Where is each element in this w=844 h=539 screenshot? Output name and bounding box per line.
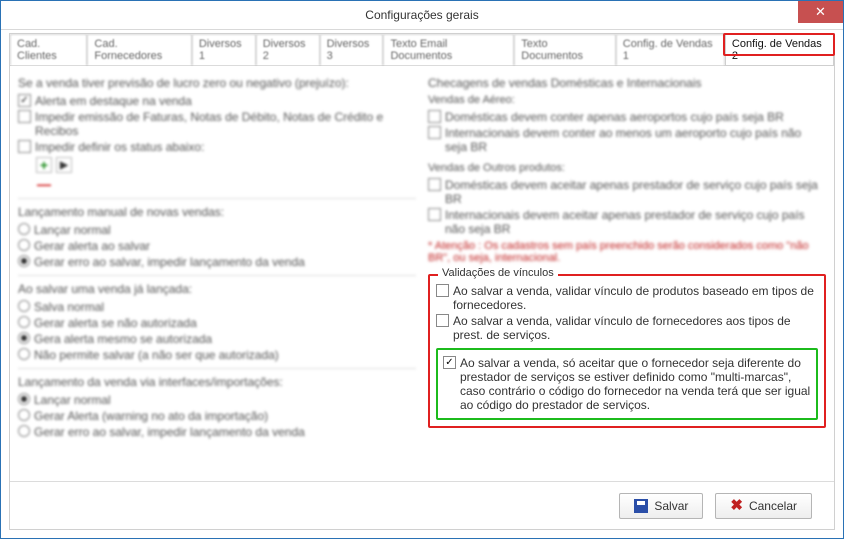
left-panel: Se a venda tiver previsão de lucro zero … xyxy=(18,72,422,491)
tab-diversos-3[interactable]: Diversos 3 xyxy=(320,34,384,65)
checagens-header: Checagens de vendas Domésticas e Interna… xyxy=(428,76,826,90)
checkbox-validar-produtos[interactable] xyxy=(436,284,449,297)
label-validar-produtos: Ao salvar a venda, validar vínculo de pr… xyxy=(453,284,818,312)
label-import-2: Gerar erro ao salvar, impedir lançamento… xyxy=(34,425,305,439)
checkbox-impedir-status[interactable] xyxy=(18,140,31,153)
tabs-row: Cad. Clientes Cad. Fornecedores Diversos… xyxy=(10,34,834,66)
label-aereo-2: Internacionais devem conter ao menos um … xyxy=(445,126,826,154)
label-outros-1: Domésticas devem aceitar apenas prestado… xyxy=(445,178,826,206)
tab-texto-email-documentos[interactable]: Texto Email Documentos xyxy=(383,34,514,65)
radio-novas-0[interactable] xyxy=(18,223,30,235)
label-novas-0: Lançar normal xyxy=(34,223,111,237)
radio-salvar-0[interactable] xyxy=(18,300,30,312)
checkbox-alerta-destaque[interactable]: ✓ xyxy=(18,94,31,107)
cancel-button[interactable]: ✖ Cancelar xyxy=(715,493,812,519)
tab-cad-clientes[interactable]: Cad. Clientes xyxy=(10,34,87,65)
label-novas-1: Gerar alerta ao salvar xyxy=(34,239,150,253)
label-alerta-destaque: Alerta em destaque na venda xyxy=(35,94,192,108)
tab-diversos-2[interactable]: Diversos 2 xyxy=(256,34,320,65)
multi-marcas-highlight: ✓ Ao salvar a venda, só aceitar que o fo… xyxy=(436,348,818,420)
save-button[interactable]: Salvar xyxy=(619,493,703,519)
radio-salvar-1[interactable] xyxy=(18,316,30,328)
radio-import-1[interactable] xyxy=(18,409,30,421)
right-panel: Checagens de vendas Domésticas e Interna… xyxy=(422,72,826,491)
footer: Salvar ✖ Cancelar xyxy=(10,481,834,529)
save-label: Salvar xyxy=(654,499,688,513)
label-salvar-3: Não permite salvar (a não ser que autori… xyxy=(34,348,279,362)
import-header: Lançamento da venda via interfaces/impor… xyxy=(18,375,416,389)
checkbox-multi-marcas[interactable]: ✓ xyxy=(443,356,456,369)
tab-config-vendas-2[interactable]: Config. de Vendas 2 xyxy=(725,34,834,65)
label-salvar-1: Gerar alerta se não autorizada xyxy=(34,316,197,330)
radio-novas-2[interactable] xyxy=(18,255,30,267)
cancel-icon: ✖ xyxy=(730,498,743,513)
radio-import-0[interactable] xyxy=(18,393,30,405)
checkbox-impedir-emissao[interactable] xyxy=(18,110,31,123)
label-multi-marcas: Ao salvar a venda, só aceitar que o forn… xyxy=(460,356,811,412)
radio-import-2[interactable] xyxy=(18,425,30,437)
remove-row-icon[interactable]: — xyxy=(36,176,52,192)
add-row-icon[interactable]: + xyxy=(36,157,52,173)
cancel-label: Cancelar xyxy=(749,499,797,513)
aereo-header: Vendas de Aéreo: xyxy=(428,94,826,106)
zero-profit-header: Se a venda tiver previsão de lucro zero … xyxy=(18,76,416,90)
close-button[interactable]: ✕ xyxy=(798,1,843,23)
label-impedir-status: Impedir definir os status abaixo: xyxy=(35,140,204,154)
checkbox-validar-fornecedores[interactable] xyxy=(436,314,449,327)
checkbox-outros-1[interactable] xyxy=(428,178,441,191)
radio-salvar-3[interactable] xyxy=(18,348,30,360)
label-salvar-0: Salva normal xyxy=(34,300,104,314)
label-import-1: Gerar Alerta (warning no ato da importaç… xyxy=(34,409,268,423)
radio-salvar-2[interactable] xyxy=(18,332,30,344)
close-icon: ✕ xyxy=(815,4,826,20)
validacoes-legend: Validações de vínculos xyxy=(438,267,558,279)
salvar-venda-header: Ao salvar uma venda já lançada: xyxy=(18,282,416,296)
titlebar: Configurações gerais ✕ xyxy=(1,1,843,30)
label-novas-2: Gerar erro ao salvar, impedir lançamento… xyxy=(34,255,305,269)
caret-icon[interactable]: ▶ xyxy=(56,157,72,173)
validacoes-vinculos-group: Validações de vínculos Ao salvar a venda… xyxy=(428,274,826,428)
label-impedir-emissao: Impedir emissão de Faturas, Notas de Déb… xyxy=(35,110,416,138)
outros-header: Vendas de Outros produtos: xyxy=(428,162,826,174)
settings-dialog: Configurações gerais ✕ Cad. Clientes Cad… xyxy=(0,0,844,539)
label-import-0: Lançar normal xyxy=(34,393,111,407)
label-validar-fornecedores: Ao salvar a venda, validar vínculo de fo… xyxy=(453,314,818,342)
window-title: Configurações gerais xyxy=(365,8,478,22)
tab-config-vendas-1[interactable]: Config. de Vendas 1 xyxy=(616,34,725,65)
checkbox-outros-2[interactable] xyxy=(428,208,441,221)
label-outros-2: Internacionais devem aceitar apenas pres… xyxy=(445,208,826,236)
attention-text: * Atenção : Os cadastros sem país preenc… xyxy=(428,240,826,264)
content-frame: Cad. Clientes Cad. Fornecedores Diversos… xyxy=(9,33,835,530)
tab-texto-documentos[interactable]: Texto Documentos xyxy=(514,34,615,65)
novas-vendas-header: Lançamento manual de novas vendas: xyxy=(18,205,416,219)
tab-diversos-1[interactable]: Diversos 1 xyxy=(192,34,256,65)
checkbox-aereo-1[interactable] xyxy=(428,110,441,123)
save-icon xyxy=(634,499,648,513)
tab-cad-fornecedores[interactable]: Cad. Fornecedores xyxy=(87,34,191,65)
label-salvar-2: Gera alerta mesmo se autorizada xyxy=(34,332,212,346)
checkbox-aereo-2[interactable] xyxy=(428,126,441,139)
label-aereo-1: Domésticas devem conter apenas aeroporto… xyxy=(445,110,784,124)
radio-novas-1[interactable] xyxy=(18,239,30,251)
